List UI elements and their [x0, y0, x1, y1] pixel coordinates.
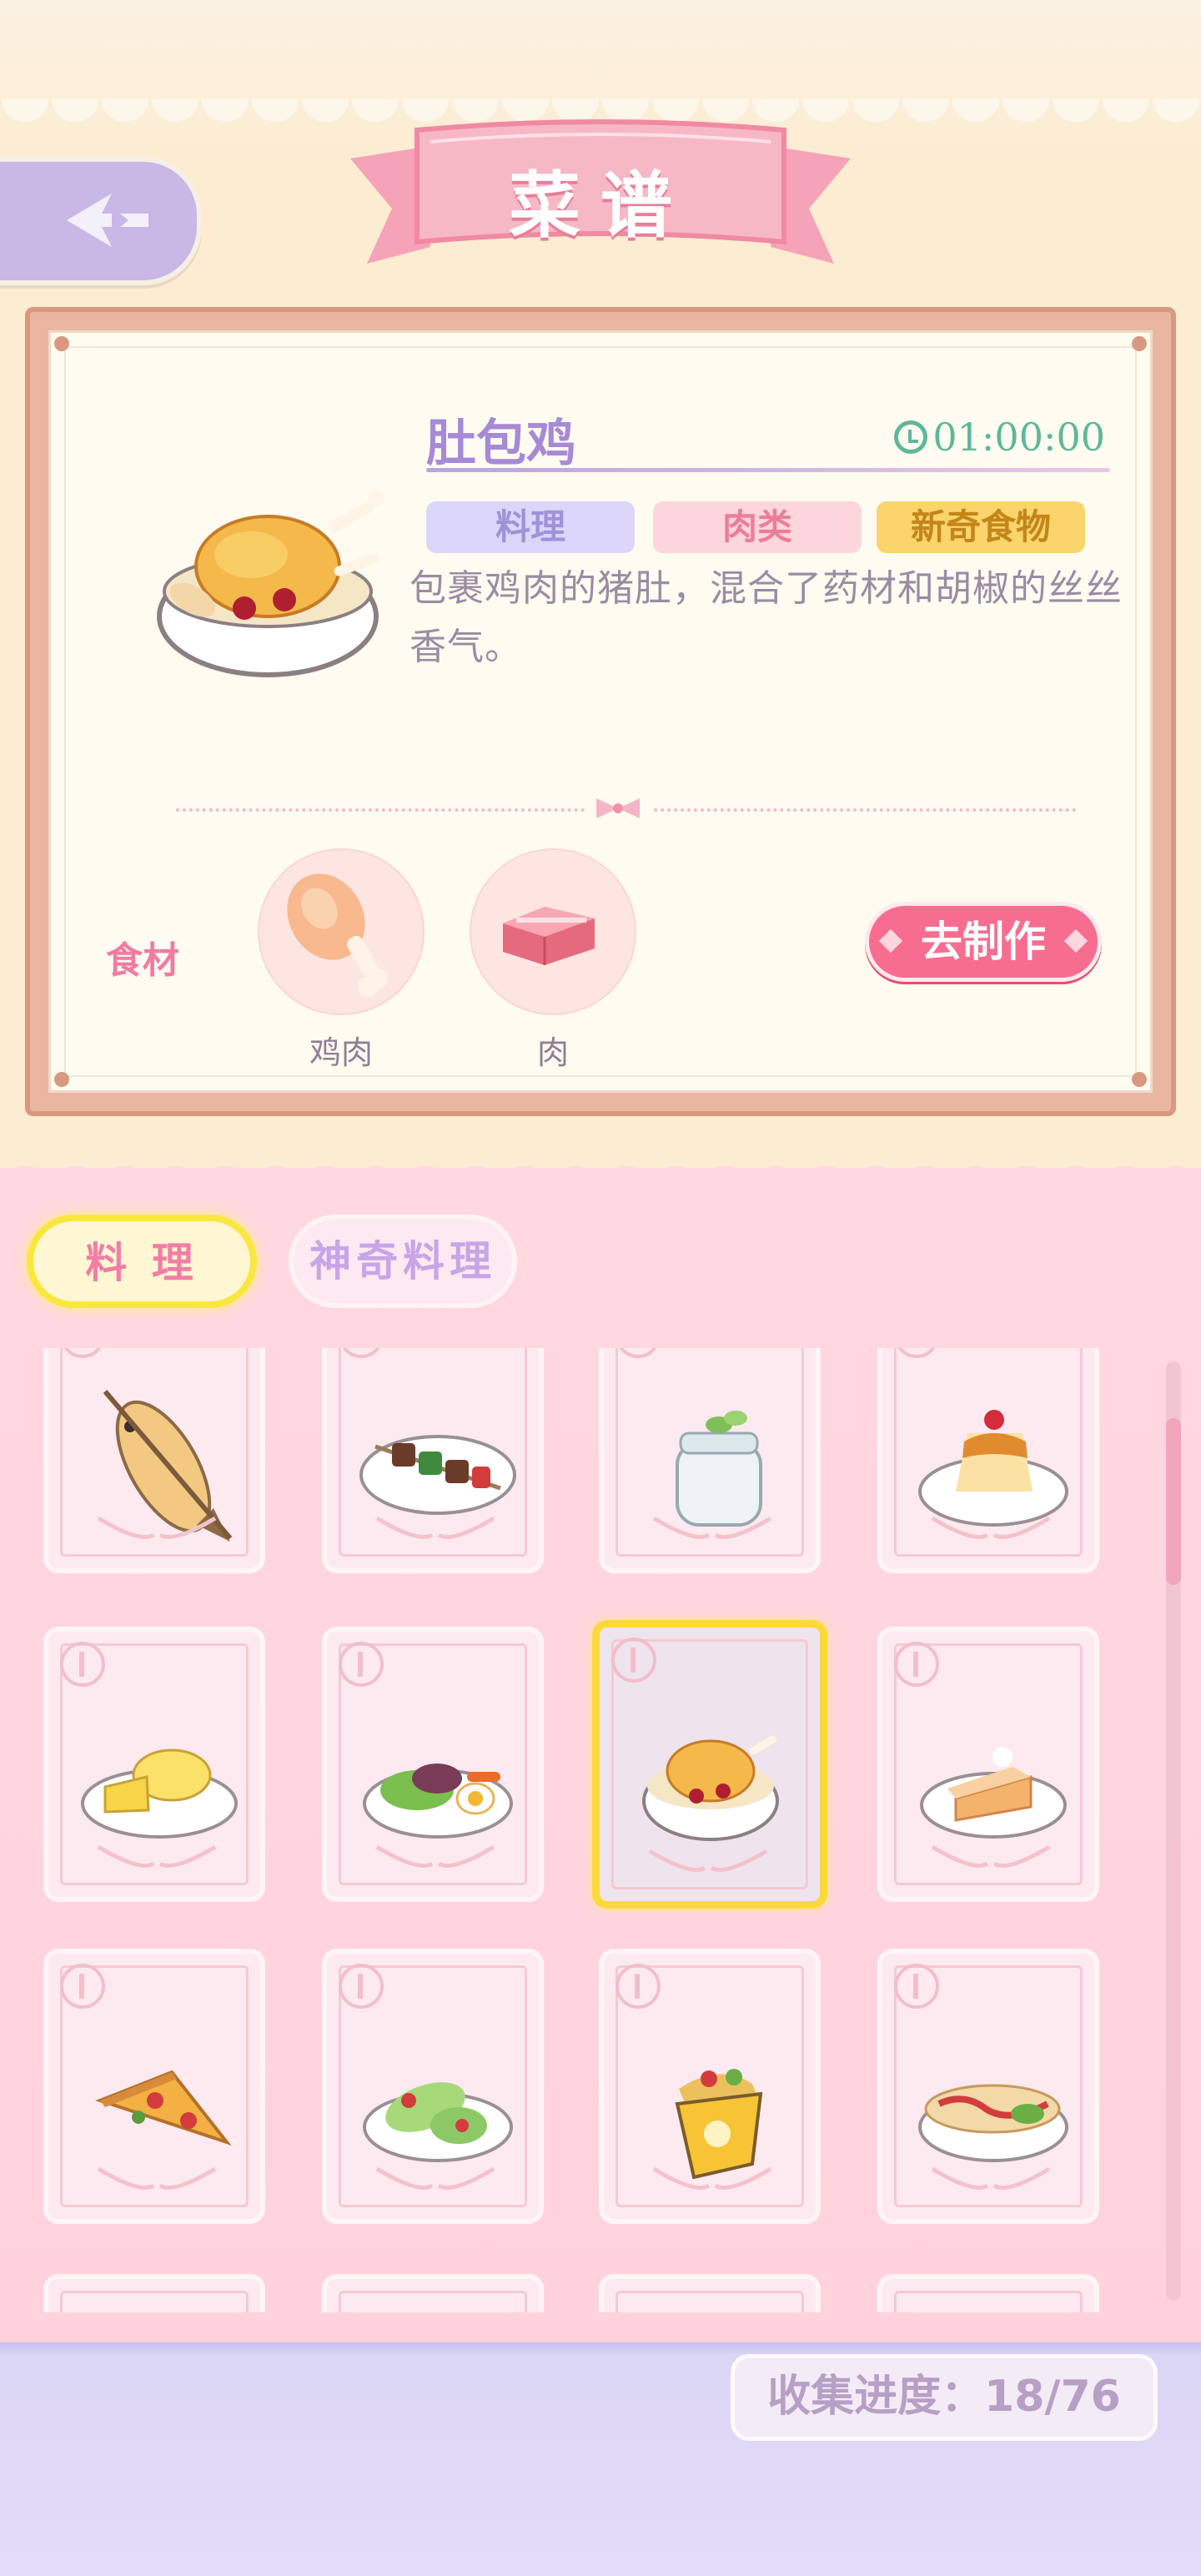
laurel-icon — [97, 1516, 217, 1539]
laurel-icon — [931, 1516, 1051, 1539]
recipe-card[interactable] — [599, 2274, 821, 2312]
tag-meat: 肉类 — [653, 501, 862, 553]
fork-icon — [339, 1642, 384, 1687]
bow-icon — [585, 793, 651, 823]
cook-timer: 01:00:00 — [894, 415, 1105, 460]
make-button[interactable]: 去制作 — [865, 902, 1102, 982]
fork-icon — [611, 1638, 656, 1683]
recipe-card-pork-tripe-chicken[interactable] — [592, 1620, 827, 1909]
back-button[interactable] — [0, 157, 202, 285]
laurel-icon — [97, 1844, 217, 1868]
title-ribbon: 菜谱 — [350, 117, 851, 275]
laurel-icon — [648, 1849, 768, 1872]
tab-cooking[interactable]: 料 理 — [27, 1215, 257, 1308]
recipe-card-pudding[interactable] — [877, 1348, 1099, 1573]
recipe-card-pizza[interactable] — [43, 1949, 265, 2224]
laurel-icon — [652, 1516, 772, 1539]
fork-icon — [894, 1642, 939, 1687]
laurel-icon — [375, 1516, 495, 1539]
tag-novel-food: 新奇食物 — [877, 501, 1085, 553]
recipe-card-hotdog[interactable] — [877, 1949, 1099, 2224]
timer-value: 01:00:00 — [932, 415, 1105, 460]
laurel-icon — [375, 1844, 495, 1868]
recipe-card-cheese[interactable] — [43, 1627, 265, 1902]
recipe-card-kebab[interactable] — [322, 1348, 544, 1573]
ingredient-name: 肉 — [536, 1034, 569, 1071]
clock-icon — [894, 420, 928, 454]
fork-icon — [339, 1964, 384, 2009]
laurel-icon — [931, 2166, 1051, 2190]
fork-icon — [60, 1964, 105, 2009]
tag-cooking: 料理 — [426, 501, 635, 553]
laurel-icon — [931, 1844, 1051, 1868]
tab-magic-cooking[interactable]: 神奇料理 — [289, 1215, 517, 1308]
fork-icon — [894, 1964, 939, 2009]
recipe-card[interactable] — [322, 2274, 544, 2312]
scrollbar-thumb[interactable] — [1166, 1418, 1181, 1585]
recipe-card-wrap-bag[interactable] — [599, 1949, 821, 2224]
collection-progress: 收集进度：18/76 — [731, 2354, 1158, 2441]
laurel-icon — [652, 2166, 772, 2190]
recipe-card[interactable] — [43, 2274, 265, 2312]
recipe-detail-inner: 肚包鸡 01:00:00 料理 肉类 新奇食物 包裹鸡肉的猪肚，混合了药材和胡椒… — [48, 330, 1153, 1093]
recipe-card-grilled-fish[interactable] — [43, 1348, 265, 1573]
pork-tripe-chicken-bowl-icon — [157, 490, 384, 677]
fork-icon — [60, 1642, 105, 1687]
ingredient-name: 鸡肉 — [309, 1034, 373, 1071]
ingredient-meat[interactable]: 肉 — [470, 848, 636, 1071]
recipe-card-salad[interactable] — [322, 1627, 544, 1902]
recipe-grid[interactable] — [0, 1348, 1201, 2312]
scallop-border — [0, 1155, 1201, 1188]
recipe-card[interactable] — [877, 2274, 1099, 2312]
ingredients-label: 食材 — [106, 939, 179, 982]
ingredient-chicken[interactable]: 鸡肉 — [258, 848, 425, 1071]
fork-icon — [616, 1964, 661, 2009]
dish-name: 肚包鸡 — [426, 415, 576, 473]
laurel-icon — [375, 2166, 495, 2190]
recipe-card-cake[interactable] — [877, 1627, 1099, 1902]
meat-slab-icon — [503, 907, 595, 965]
chicken-drumstick-icon — [287, 873, 388, 997]
dish-description: 包裹鸡肉的猪肚，混合了药材和胡椒的丝丝香气。 — [410, 567, 1123, 668]
laurel-icon — [97, 2166, 217, 2190]
recipe-card-lettuce-wrap[interactable] — [322, 1949, 544, 2224]
recipe-card-yogurt[interactable] — [599, 1348, 821, 1573]
back-arrow-icon — [67, 194, 148, 247]
recipe-detail-card: 肚包鸡 01:00:00 料理 肉类 新奇食物 包裹鸡肉的猪肚，混合了药材和胡椒… — [25, 307, 1176, 1116]
page-title: 菜谱 — [509, 164, 692, 248]
